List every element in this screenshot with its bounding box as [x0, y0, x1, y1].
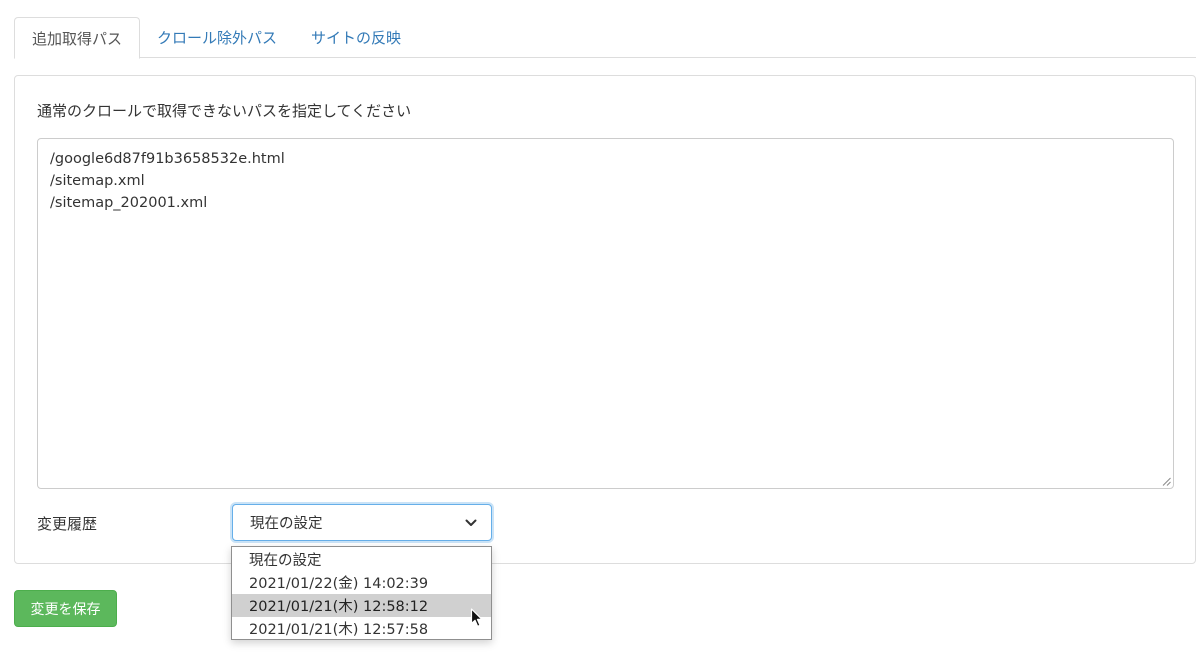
history-dropdown-list: 現在の設定 2021/01/22(金) 14:02:39 2021/01/21(…	[231, 546, 492, 640]
tab-crawl-exclude-paths[interactable]: クロール除外パス	[140, 17, 294, 58]
tab-additional-paths[interactable]: 追加取得パス	[14, 17, 141, 59]
tab-panel: 通常のクロールで取得できないパスを指定してください /google6d87f91…	[14, 75, 1196, 564]
dropdown-option[interactable]: 2021/01/22(金) 14:02:39	[232, 571, 491, 594]
save-button[interactable]: 変更を保存	[14, 590, 117, 627]
instruction-text: 通常のクロールで取得できないパスを指定してください	[37, 102, 412, 120]
tab-label: クロール除外パス	[157, 29, 278, 47]
path-line: /sitemap_202001.xml	[50, 195, 208, 211]
tab-label: サイトの反映	[311, 29, 402, 47]
settings-page: 追加取得パス クロール除外パス サイトの反映 通常のクロールで取得できないパスを…	[0, 0, 1200, 670]
resize-grip-icon[interactable]	[1162, 477, 1171, 486]
history-select[interactable]: 現在の設定	[232, 504, 492, 541]
path-line: /google6d87f91b3658532e.html	[50, 151, 285, 167]
dropdown-option-hovered[interactable]: 2021/01/21(木) 12:58:12	[232, 594, 491, 617]
tab-bar: 追加取得パス クロール除外パス サイトの反映	[14, 17, 1196, 59]
history-select-value: 現在の設定	[250, 516, 323, 532]
history-label: 変更履歴	[37, 515, 98, 533]
dropdown-option[interactable]: 2021/01/21(木) 12:57:58	[232, 617, 491, 640]
tab-label: 追加取得パス	[32, 29, 123, 48]
dropdown-option[interactable]: 現在の設定	[232, 548, 491, 571]
mouse-pointer-icon	[470, 608, 483, 627]
tab-site-reflection[interactable]: サイトの反映	[294, 17, 418, 58]
path-line: /sitemap.xml	[50, 173, 145, 189]
paths-textarea[interactable]: /google6d87f91b3658532e.html /sitemap.xm…	[37, 138, 1174, 489]
chevron-down-icon	[465, 519, 477, 526]
